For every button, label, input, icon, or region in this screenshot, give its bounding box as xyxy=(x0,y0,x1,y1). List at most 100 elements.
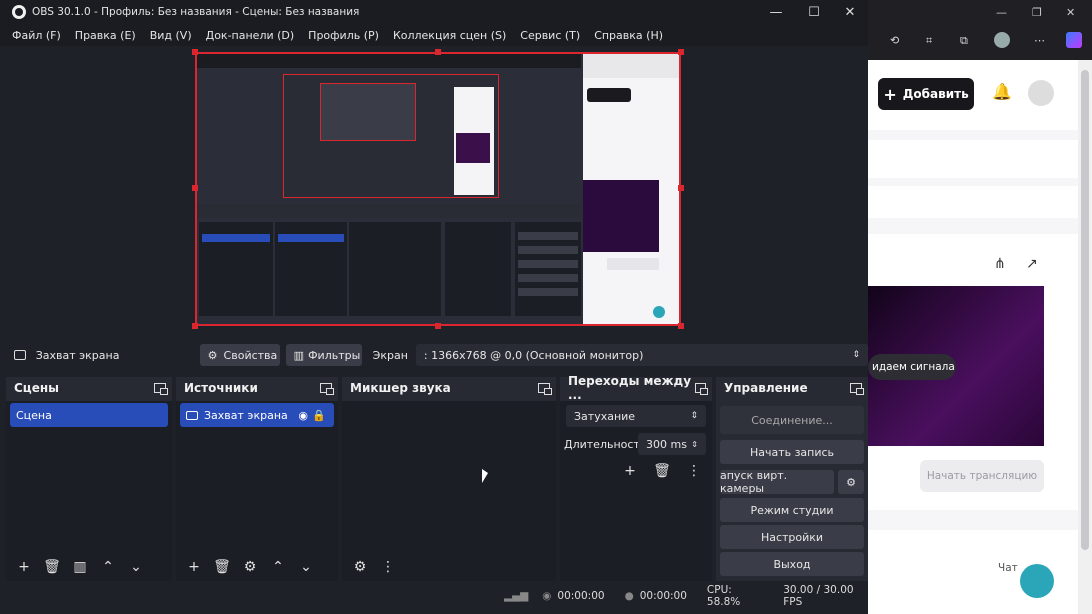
menu-edit[interactable]: Правка (E) xyxy=(75,29,136,42)
minimize-button[interactable]: — xyxy=(758,0,794,24)
monitor-icon xyxy=(186,410,198,420)
minimize-icon[interactable]: — xyxy=(996,6,1007,19)
chat-area: Чат xyxy=(868,530,1078,614)
start-stream-button[interactable]: Начать трансляцию xyxy=(920,460,1044,492)
nested-mixer xyxy=(349,222,441,316)
controls-header: Управление xyxy=(716,377,868,399)
eye-icon[interactable]: ◉ xyxy=(298,409,308,422)
lock-icon[interactable]: 🔒 xyxy=(312,409,326,422)
settings-button[interactable]: Настройки xyxy=(720,525,864,549)
updown-icon: ⇕ xyxy=(690,411,698,421)
add-icon[interactable]: + xyxy=(12,555,36,579)
extensions-icon[interactable]: ⧉ xyxy=(960,34,968,48)
undock-icon[interactable] xyxy=(538,383,552,395)
resize-handle[interactable] xyxy=(192,185,198,191)
profile-avatar[interactable] xyxy=(994,32,1010,48)
share-icon[interactable]: ⋔ xyxy=(994,256,1006,272)
browser-window: — ❐ ✕ ⟲ ⌗ ⧉ ⋯ + Добавить 🔔 ⋔ ↗ идаем сиг… xyxy=(868,0,1092,614)
duration-spinbox[interactable]: 300 ms ⇕ xyxy=(638,433,706,455)
spin-arrows-icon[interactable]: ⇕ xyxy=(691,440,698,449)
copilot-icon[interactable] xyxy=(1066,32,1082,48)
resize-handle[interactable] xyxy=(678,323,684,329)
bell-icon[interactable]: 🔔 xyxy=(992,82,1012,101)
updown-icon: ⇕ xyxy=(852,350,860,360)
more-options-icon[interactable]: ⋯ xyxy=(1034,34,1045,47)
preview-area[interactable] xyxy=(0,46,868,335)
browser-scrollbar[interactable] xyxy=(1078,60,1092,614)
obs-logo-icon xyxy=(12,5,26,19)
undock-icon[interactable] xyxy=(320,383,334,395)
exit-button[interactable]: Выход xyxy=(720,552,864,576)
trash-icon[interactable]: 🗑 xyxy=(650,459,674,483)
scrollbar-thumb[interactable] xyxy=(1081,70,1089,550)
captured-screen-preview[interactable] xyxy=(195,52,681,326)
scenes-title: Сцены xyxy=(14,381,59,395)
start-virtual-camera-button[interactable]: апуск вирт. камеры xyxy=(720,469,834,495)
maximize-button[interactable]: ☐ xyxy=(796,0,832,24)
stream-icon: ◉ xyxy=(542,590,552,602)
chevron-up-icon[interactable]: ⌃ xyxy=(96,555,120,579)
nested-control-button xyxy=(518,274,578,282)
more-options-icon[interactable]: ⋮ xyxy=(376,555,400,579)
menu-file[interactable]: Файл (F) xyxy=(12,29,61,42)
source-item[interactable]: Захват экрана ◉ 🔒 xyxy=(180,403,334,427)
screenshot-icon[interactable]: ⌗ xyxy=(926,34,932,48)
more-options-icon[interactable]: ⋮ xyxy=(682,459,706,483)
undock-icon[interactable] xyxy=(154,383,168,395)
add-button[interactable]: + Добавить xyxy=(878,78,974,110)
menu-profile[interactable]: Профиль (P) xyxy=(308,29,379,42)
gear-icon[interactable]: ⚙ xyxy=(238,555,262,579)
trash-icon[interactable]: 🗑 xyxy=(40,555,64,579)
resize-handle[interactable] xyxy=(435,323,441,329)
transition-type-select[interactable]: Затухание ⇕ xyxy=(566,405,706,427)
properties-button[interactable]: ⚙ Свойства xyxy=(199,344,280,366)
menu-tools[interactable]: Сервис (T) xyxy=(520,29,580,42)
screen-select[interactable]: : 1366x768 @ 0,0 (Основной монитор) ⇕ xyxy=(415,344,868,366)
restore-icon[interactable]: ❐ xyxy=(1032,6,1042,19)
menu-scene-collection[interactable]: Коллекция сцен (S) xyxy=(393,29,506,42)
undock-icon[interactable] xyxy=(694,383,709,395)
scene-item[interactable]: Сцена xyxy=(10,403,168,427)
resize-handle[interactable] xyxy=(435,49,441,55)
transitions-title: Переходы между ... xyxy=(568,374,692,402)
resize-handle[interactable] xyxy=(192,323,198,329)
add-transition-icon[interactable]: + xyxy=(618,459,642,483)
nested-control-button xyxy=(518,246,578,254)
sources-list: Захват экрана ◉ 🔒 + 🗑 ⚙ ⌃ ⌄ xyxy=(176,401,338,581)
filters-button[interactable]: ▥ Фильтры xyxy=(285,344,362,366)
chevron-up-icon[interactable]: ⌃ xyxy=(266,555,290,579)
controls-title: Управление xyxy=(724,381,808,395)
filter-icon[interactable]: ▥ xyxy=(68,555,92,579)
studio-mode-button[interactable]: Режим студии xyxy=(720,498,864,522)
resize-handle[interactable] xyxy=(678,49,684,55)
add-icon[interactable]: + xyxy=(182,555,206,579)
menu-view[interactable]: Вид (V) xyxy=(150,29,192,42)
resize-handle[interactable] xyxy=(678,185,684,191)
undock-icon[interactable] xyxy=(850,383,864,395)
history-icon[interactable]: ⟲ xyxy=(890,34,899,47)
trash-icon[interactable]: 🗑 xyxy=(210,555,234,579)
plus-icon: + xyxy=(883,84,897,104)
page-header: + Добавить 🔔 xyxy=(868,60,1078,130)
close-button[interactable]: ✕ xyxy=(832,0,868,24)
source-toolbar: Захват экрана ⚙ Свойства ▥ Фильтры Экран… xyxy=(0,343,868,367)
external-link-icon[interactable]: ↗ xyxy=(1026,256,1038,272)
close-icon[interactable]: ✕ xyxy=(1066,6,1075,19)
chevron-down-icon[interactable]: ⌄ xyxy=(124,555,148,579)
advanced-audio-gear-icon[interactable]: ⚙ xyxy=(348,555,372,579)
user-avatar[interactable] xyxy=(1028,80,1054,106)
window-title: OBS 30.1.0 - Профиль: Без названия - Сце… xyxy=(32,6,360,18)
scene-item-label: Сцена xyxy=(16,408,52,422)
menu-help[interactable]: Справка (H) xyxy=(594,29,663,42)
chevron-down-icon[interactable]: ⌄ xyxy=(294,555,318,579)
nested-scene-selected xyxy=(202,234,270,242)
menu-docks[interactable]: Док-панели (D) xyxy=(206,29,295,42)
title-bar: OBS 30.1.0 - Профиль: Без названия - Сце… xyxy=(0,0,868,24)
start-recording-button[interactable]: Начать запись xyxy=(720,440,864,464)
resize-handle[interactable] xyxy=(192,49,198,55)
nested-preview-inner xyxy=(320,83,416,141)
nested-start-stream xyxy=(607,258,659,270)
add-button-label: Добавить xyxy=(902,87,969,101)
chat-support-button[interactable] xyxy=(1020,564,1054,598)
virtual-camera-settings-gear-icon[interactable]: ⚙ xyxy=(838,470,864,494)
